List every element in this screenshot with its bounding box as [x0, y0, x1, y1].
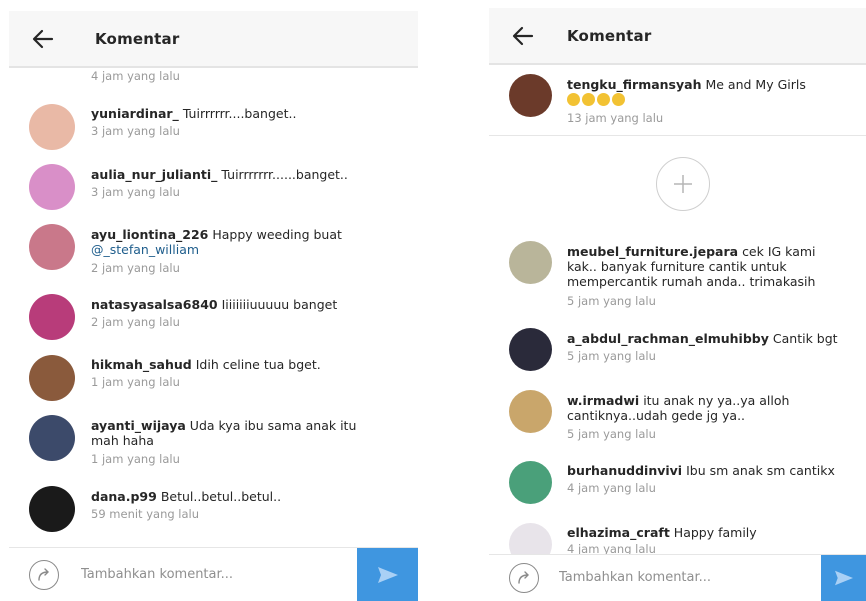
- send-icon: [834, 570, 853, 586]
- comment-input[interactable]: [557, 569, 801, 586]
- comment-time: 5 jam yang lalu: [567, 427, 656, 441]
- avatar[interactable]: [29, 294, 75, 340]
- back-button[interactable]: [23, 19, 63, 59]
- comment-username[interactable]: w.irmadwi: [567, 393, 639, 408]
- comment-time: 2 jam yang lalu: [91, 261, 180, 275]
- comment-username[interactable]: burhanuddinvivi: [567, 463, 682, 478]
- caption-username[interactable]: tengku_firmansyah: [567, 77, 701, 92]
- avatar[interactable]: [509, 523, 552, 555]
- comment-username[interactable]: a_abdul_rachman_elmuhibby: [567, 331, 769, 346]
- comments-screen-left: Komentar 4 jam yang lalu yuniardinar_ Tui…: [9, 0, 418, 601]
- top-bar: Komentar: [489, 8, 866, 65]
- avatar[interactable]: [509, 241, 552, 284]
- comment-composer: [9, 547, 418, 601]
- comment-time: 1 jam yang lalu: [91, 452, 180, 466]
- caption-text: Me and My Girls: [705, 77, 806, 92]
- comment-username[interactable]: ayanti_wijaya: [91, 418, 186, 433]
- comment-time: 3 jam yang lalu: [91, 124, 180, 138]
- reply-arrow-icon[interactable]: [29, 560, 59, 590]
- emoji-icon: [597, 93, 610, 106]
- comment-text: Happy family: [673, 525, 757, 540]
- back-arrow-icon: [32, 29, 54, 48]
- comment-time: 4 jam yang lalu: [567, 481, 656, 495]
- comment-text: Happy weeding buat: [212, 227, 342, 242]
- comment-time: 4 jam yang lalu: [91, 69, 180, 83]
- send-icon: [377, 566, 398, 583]
- avatar[interactable]: [29, 164, 75, 210]
- comment-list[interactable]: 4 jam yang lalu yuniardinar_ Tuirrrrrr...…: [9, 68, 418, 548]
- emoji-icon: [567, 93, 580, 106]
- comment-text: Tuirrrrrr....banget..: [182, 106, 297, 121]
- load-more-button[interactable]: [656, 157, 710, 211]
- comment-username[interactable]: elhazima_craft: [567, 525, 670, 540]
- caption-time: 13 jam yang lalu: [567, 111, 664, 125]
- mention-link[interactable]: @_stefan_william: [91, 242, 199, 257]
- comment-username[interactable]: dana.p99: [91, 489, 157, 504]
- page-title: Komentar: [567, 26, 652, 45]
- page-title: Komentar: [95, 29, 180, 48]
- comment-composer: [489, 554, 866, 601]
- avatar[interactable]: [29, 104, 75, 150]
- plus-icon: [674, 175, 692, 193]
- back-button[interactable]: [503, 16, 543, 56]
- comment-text: Cantik bgt: [772, 331, 838, 346]
- avatar[interactable]: [509, 328, 552, 371]
- comment-time: 5 jam yang lalu: [567, 349, 656, 363]
- send-button[interactable]: [821, 555, 866, 601]
- comment-time: 2 jam yang lalu: [91, 315, 180, 329]
- comment-time: 5 jam yang lalu: [567, 294, 656, 308]
- avatar[interactable]: [29, 224, 75, 270]
- comment-list[interactable]: tengku_firmansyah Me and My Girls 13 jam …: [489, 65, 866, 555]
- comment-time: 59 menit yang lalu: [91, 507, 200, 521]
- comment-text: Ibu sm anak sm cantikx: [686, 463, 835, 478]
- comment-username[interactable]: ayu_liontina_226: [91, 227, 208, 242]
- divider: [489, 135, 866, 136]
- top-bar: Komentar: [9, 11, 418, 68]
- comment-username[interactable]: hikmah_sahud: [91, 357, 192, 372]
- comments-screen-right: Komentar tengku_firmansyah Me and My Girl…: [489, 0, 866, 601]
- comment-time: 3 jam yang lalu: [91, 185, 180, 199]
- comment-username[interactable]: aulia_nur_julianti_: [91, 167, 217, 182]
- comment-text: Idih celine tua bget.: [195, 357, 321, 372]
- back-arrow-icon: [512, 26, 534, 45]
- emoji-icon: [612, 93, 625, 106]
- comment-text: Iiiiiiiiuuuuu banget: [221, 297, 338, 312]
- emoji-icon: [582, 93, 595, 106]
- avatar[interactable]: [29, 486, 75, 532]
- comment-time: 1 jam yang lalu: [91, 375, 180, 389]
- comment-input[interactable]: [79, 566, 323, 583]
- avatar[interactable]: [509, 390, 552, 433]
- comment-text: Tuirrrrrrr......banget..: [221, 167, 348, 182]
- avatar[interactable]: [509, 74, 552, 117]
- comment-text: Betul..betul..betul..: [160, 489, 282, 504]
- avatar[interactable]: [29, 415, 75, 461]
- reply-arrow-icon[interactable]: [509, 563, 539, 593]
- send-button[interactable]: [357, 548, 418, 601]
- comment-username[interactable]: meubel_furniture.jepara: [567, 244, 738, 259]
- avatar[interactable]: [509, 461, 552, 504]
- comment-username[interactable]: yuniardinar_: [91, 106, 179, 121]
- avatar[interactable]: [29, 355, 75, 401]
- comment-username[interactable]: natasyasalsa6840: [91, 297, 218, 312]
